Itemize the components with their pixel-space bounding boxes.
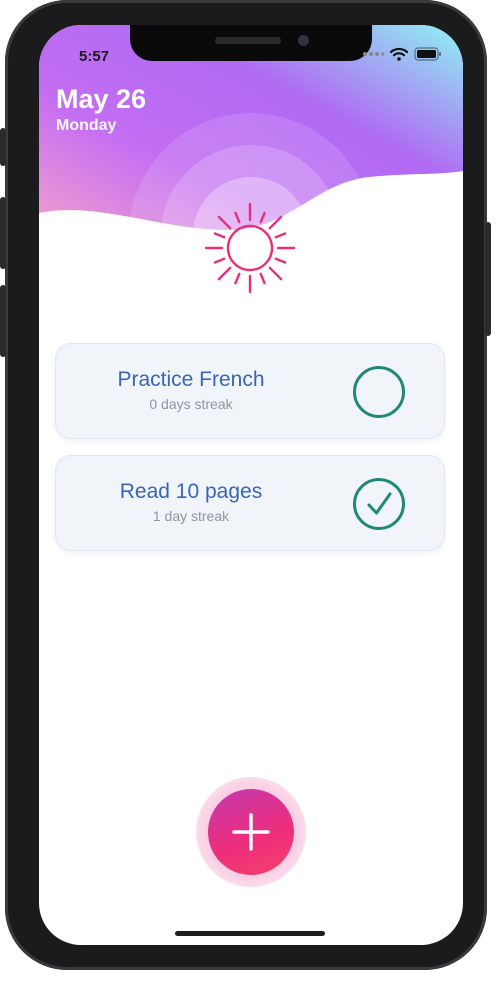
habit-streak: 0 days streak: [149, 396, 233, 412]
status-icons: [362, 47, 442, 61]
sun-ray: [274, 232, 287, 239]
add-habit-fab: [196, 777, 306, 887]
home-indicator[interactable]: [175, 931, 325, 936]
speaker-grille: [215, 37, 281, 44]
status-time: 5:57: [79, 48, 110, 65]
sun-ray: [234, 272, 241, 285]
sun-ray: [213, 232, 226, 239]
front-camera: [298, 35, 309, 46]
sun-ray: [217, 266, 232, 281]
sun-ray: [234, 211, 241, 224]
date-title: May 26: [56, 84, 147, 114]
sun-ray: [259, 272, 266, 285]
sun-icon: [204, 202, 296, 294]
sun-ray: [268, 215, 283, 230]
sun-ray: [274, 257, 287, 264]
habit-text: Practice French 0 days streak: [56, 366, 326, 414]
volume-down-button: [0, 285, 6, 357]
signal-icon: [363, 52, 384, 56]
power-button: [485, 222, 491, 336]
phone-frame: 5:57 May 26 Monday Practice French 0 day…: [0, 0, 491, 970]
screen: 5:57 May 26 Monday Practice French 0 day…: [39, 25, 463, 945]
wifi-icon: [390, 47, 408, 61]
habit-streak: 1 day streak: [152, 508, 230, 524]
habit-title: Practice French: [117, 368, 265, 391]
add-habit-button[interactable]: [208, 789, 294, 875]
sun-ray: [217, 215, 232, 230]
volume-up-button: [0, 197, 6, 269]
silent-switch: [0, 128, 6, 166]
date-header: May 26 Monday: [56, 83, 146, 137]
weekday-label: Monday: [56, 117, 117, 134]
habit-incomplete-circle-icon[interactable]: [352, 365, 406, 419]
sun-ray: [213, 257, 226, 264]
sun-ray: [259, 211, 266, 224]
habit-card-read-10-pages[interactable]: Read 10 pages 1 day streak: [55, 455, 445, 551]
habit-title: Read 10 pages: [119, 480, 263, 503]
habit-text: Read 10 pages 1 day streak: [56, 478, 326, 526]
notch: [130, 25, 372, 61]
plus-icon: [232, 813, 270, 851]
battery-icon: [414, 47, 441, 61]
habit-complete-check-icon[interactable]: [352, 477, 406, 531]
habit-card-practice-french[interactable]: Practice French 0 days streak: [55, 343, 445, 439]
sun-ray: [268, 266, 283, 281]
